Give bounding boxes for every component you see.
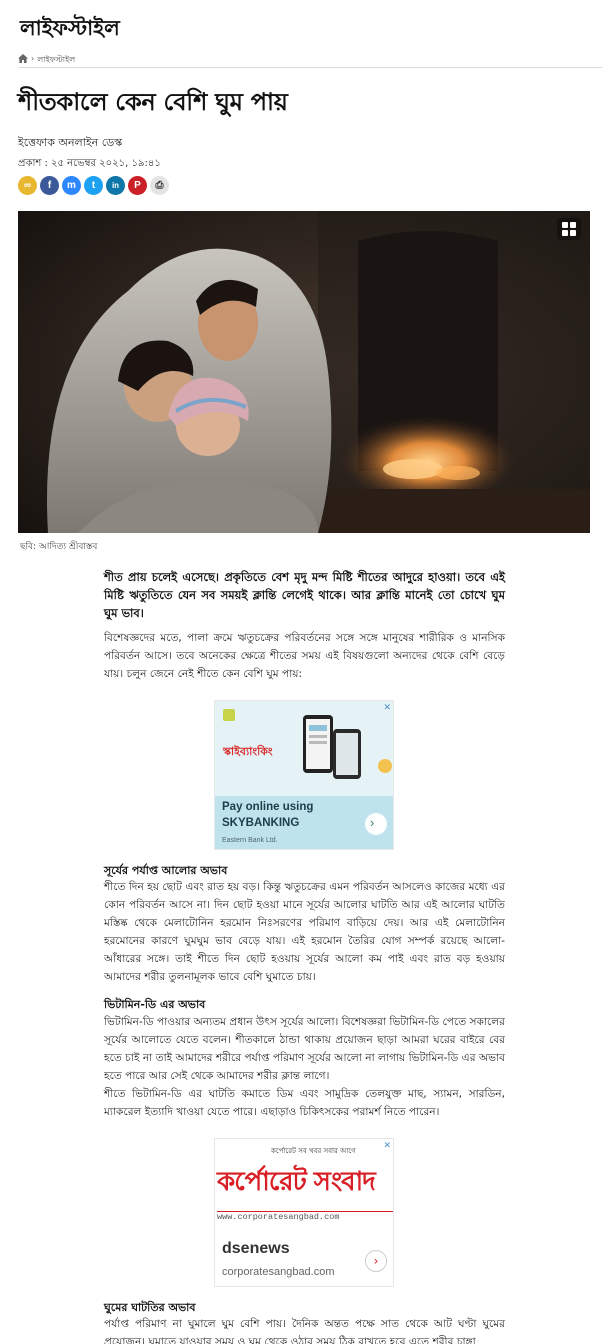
section-paragraph: শীতে ভিটামিন-ডি এর ঘাটতি কমাতে ডিম এবং স…: [104, 1088, 505, 1118]
close-icon[interactable]: ✕: [383, 1140, 391, 1151]
share-label: in: [111, 181, 120, 190]
ad-logo-text: কর্পোরেট সংবাদ: [217, 1167, 376, 1197]
chevron-right-icon[interactable]: ›: [370, 815, 374, 830]
twitter-icon[interactable]: t: [84, 176, 103, 195]
share-label: t: [91, 180, 96, 191]
facebook-icon[interactable]: f: [40, 176, 59, 195]
article-lead: শীত প্রায় চলেই এসেছে। প্রকৃতিতে বেশ মৃদ…: [104, 570, 505, 620]
share-label: ⎙: [155, 180, 164, 191]
section-title[interactable]: লাইফস্টাইল: [20, 12, 120, 47]
image-caption: ছবি: আদিত্য শ্রীবাস্তব: [20, 542, 98, 552]
breadcrumb-separator: ›: [31, 54, 35, 63]
section-paragraph: পর্যাপ্ত পরিমাণ না ঘুমালে ঘুম বেশি পায়।…: [104, 1318, 505, 1344]
article-headline: শীতকালে কেন বেশি ঘুম পায়: [18, 88, 288, 116]
advertisement-banner[interactable]: স্কাইব্যাংকিং Pay online using SKYBANKIN…: [214, 700, 394, 850]
print-icon[interactable]: ⎙: [150, 176, 169, 195]
ad-title: dsenews: [222, 1240, 290, 1257]
section-paragraph: শীতে দিন হয় ছোট এবং রাত হয় বড়। কিন্তু…: [104, 881, 505, 983]
section-paragraph: ভিটামিন-ডি পাওয়ার অন্যতম প্রধান উৎস সূর…: [104, 1016, 505, 1082]
hero-image: [18, 211, 590, 533]
gallery-icon[interactable]: [557, 218, 581, 240]
advertisement-banner[interactable]: কর্পোরেট সব খবর সবার আগে কর্পোরেট সংবাদ …: [214, 1138, 394, 1287]
article-intro: বিশেষজ্ঞদের মতে, পালা ক্রমে ঋতুচক্রের পর…: [104, 632, 505, 680]
close-icon[interactable]: ✕: [383, 702, 391, 713]
share-label: f: [47, 180, 52, 191]
link-icon[interactable]: ∞: [18, 176, 37, 195]
publish-date: প্রকাশ : ২৫ নভেম্বর ২০২১, ১৯:৪১: [18, 158, 161, 169]
ad-headline: Pay online using SKYBANKING: [222, 801, 314, 829]
breadcrumb-current[interactable]: লাইফস্টাইল: [37, 54, 75, 67]
messenger-icon[interactable]: m: [62, 176, 81, 195]
ad-domain: corporatesangbad.com: [222, 1266, 335, 1278]
ad-brand-text: স্কাইব্যাংকিং: [223, 745, 273, 758]
linkedin-icon[interactable]: in: [106, 176, 125, 195]
ad-url: www.corporatesangbad.com: [217, 1211, 393, 1223]
share-label: P: [134, 180, 141, 191]
share-label: m: [67, 180, 76, 191]
share-label: ∞: [23, 180, 32, 191]
pinterest-icon[interactable]: P: [128, 176, 147, 195]
ad-tagline: কর্পোরেট সব খবর সবার আগে: [271, 1147, 356, 1155]
ad-sponsor: Eastern Bank Ltd.: [222, 837, 278, 844]
breadcrumb: › লাইফস্টাইল: [18, 54, 602, 68]
share-bar: ∞ f m t in P ⎙: [18, 176, 169, 195]
chevron-right-icon[interactable]: ›: [365, 1250, 387, 1272]
article-byline[interactable]: ইত্তেফাক অনলাইন ডেস্ক: [18, 134, 122, 153]
home-icon[interactable]: [18, 54, 28, 63]
